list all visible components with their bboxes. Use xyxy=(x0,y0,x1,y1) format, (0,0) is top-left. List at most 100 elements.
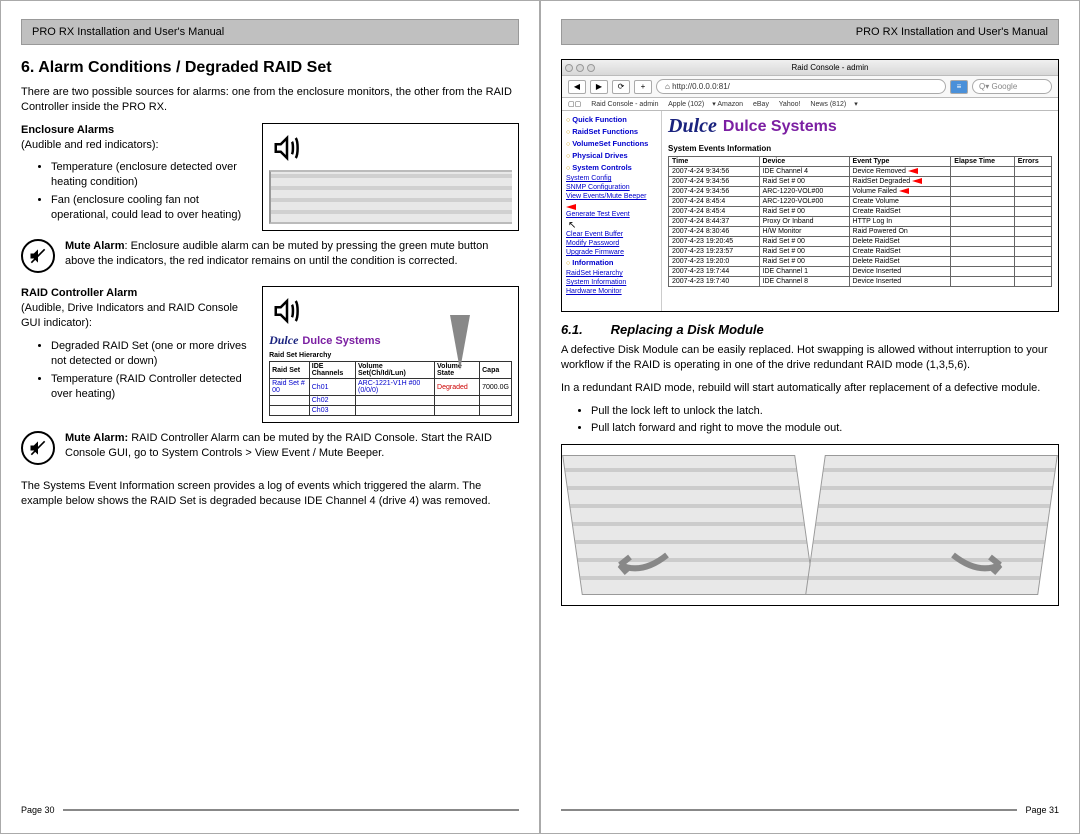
bookmark-item[interactable]: News (812) xyxy=(810,101,846,108)
dulce-logo: Dulce xyxy=(269,333,298,348)
sidebar-item-system-config[interactable]: System Config xyxy=(566,175,657,182)
red-arrow-icon xyxy=(908,168,918,174)
page-footer-right: Page 31 xyxy=(561,805,1059,815)
dulce-logo-text: Dulce Systems xyxy=(723,118,837,136)
page-header-right: PRO RX Installation and User's Manual xyxy=(561,19,1059,45)
table-row: 2007-4-24 8:30:46H/W MonitorRaid Powered… xyxy=(669,227,1052,237)
bookmark-item[interactable]: Yahoo! xyxy=(779,101,801,108)
window-zoom-icon[interactable] xyxy=(587,64,595,72)
browser-toolbar: ◀ ▶ ⟳ + ⌂ http://0.0.0.0:81/ ≡ Q▾ Google xyxy=(562,76,1058,98)
sidebar-item-raidset-hierarchy[interactable]: RaidSet Hierarchy xyxy=(566,270,657,277)
browser-window: Raid Console - admin ◀ ▶ ⟳ + ⌂ http://0.… xyxy=(561,59,1059,312)
page-footer-left: Page 30 xyxy=(21,805,519,815)
events-caption: System Events Information xyxy=(668,144,1052,153)
red-arrow-icon xyxy=(899,188,909,194)
mute-icon xyxy=(21,239,55,273)
forward-button[interactable]: ▶ xyxy=(590,80,608,94)
sidebar-group[interactable]: System Controls xyxy=(566,163,657,172)
page-left: PRO RX Installation and User's Manual 6.… xyxy=(0,0,540,834)
window-title: Raid Console - admin xyxy=(605,63,1055,72)
mute-label: Mute Alarm: xyxy=(65,432,128,444)
table-row: 2007-4-23 19:20:0Raid Set # 00Delete Rai… xyxy=(669,257,1052,267)
table-header-row: Time Device Event Type Elapse Time Error… xyxy=(669,157,1052,167)
table-row: 2007-4-23 19:7:40IDE Channel 8Device Ins… xyxy=(669,277,1052,287)
enclosure-heading: Enclosure Alarms xyxy=(21,124,114,136)
sidebar-group[interactable]: RaidSet Functions xyxy=(566,127,657,136)
add-bookmark-button[interactable]: + xyxy=(634,80,652,94)
speaker-icon xyxy=(269,130,305,166)
section-heading: Alarm Conditions / Degraded RAID Set xyxy=(38,59,331,76)
enclosure-bullets: Temperature (enclosure detected over hea… xyxy=(51,160,250,222)
window-minimize-icon[interactable] xyxy=(576,64,584,72)
event-info-text: The Systems Event Information screen pro… xyxy=(21,479,519,509)
red-arrow-icon xyxy=(566,204,576,210)
window-close-icon[interactable] xyxy=(565,64,573,72)
table-row: 2007-4-24 8:45:4Raid Set # 00Create Raid… xyxy=(669,207,1052,217)
section-number: 6. xyxy=(21,59,34,76)
bookmark-item[interactable]: Amazon xyxy=(717,101,743,108)
raid-heading: RAID Controller Alarm xyxy=(21,287,137,299)
table-row: 2007-4-24 8:44:37Proxy Or InbandHTTP Log… xyxy=(669,217,1052,227)
bookmarks-bar: ▢▢ Raid Console - admin Apple (102)▾ Ama… xyxy=(562,98,1058,111)
enclosure-figure xyxy=(262,123,519,231)
cursor-icon: ↖ xyxy=(568,220,576,231)
back-button[interactable]: ◀ xyxy=(568,80,586,94)
replace-p2: In a redundant RAID mode, rebuild will s… xyxy=(561,381,1059,396)
reload-button[interactable]: ⟳ xyxy=(612,80,630,94)
sidebar-item-clear-buffer[interactable]: Clear Event Buffer xyxy=(566,231,657,238)
console-sidebar: Quick Function RaidSet Functions VolumeS… xyxy=(562,111,662,311)
page-number: Page 31 xyxy=(1025,805,1059,815)
chassis-illustration xyxy=(805,455,1058,595)
subsection-title: 6.1. Replacing a Disk Module xyxy=(561,322,1059,337)
raid-bullet: Temperature (RAID Controller detected ov… xyxy=(51,372,250,402)
section-title: 6. Alarm Conditions / Degraded RAID Set xyxy=(21,59,519,77)
table-row: 2007-4-24 9:34:56Raid Set # 00RaidSet De… xyxy=(669,177,1052,187)
subsection-number: 6.1. xyxy=(561,322,607,337)
mute-raid-text: Mute Alarm: RAID Controller Alarm can be… xyxy=(65,431,519,461)
replace-bullet: Pull the lock left to unlock the latch. xyxy=(591,404,1059,419)
raid-sub: (Audible, Drive Indicators and RAID Cons… xyxy=(21,302,238,329)
table-row: 2007-4-23 19:20:45Raid Set # 00Delete Ra… xyxy=(669,237,1052,247)
chassis-illustration xyxy=(562,455,815,595)
events-table: Time Device Event Type Elapse Time Error… xyxy=(668,156,1052,287)
sidebar-item-modify-password[interactable]: Modify Password xyxy=(566,240,657,247)
replace-bullet: Pull latch forward and right to move the… xyxy=(591,421,1059,436)
bookmark-item[interactable]: eBay xyxy=(753,101,769,108)
replace-p1: A defective Disk Module can be easily re… xyxy=(561,343,1059,373)
subsection-heading: Replacing a Disk Module xyxy=(611,322,764,337)
mute-label: Mute Alarm xyxy=(65,240,125,252)
window-titlebar: Raid Console - admin xyxy=(562,60,1058,76)
bookmark-item[interactable]: Raid Console - admin xyxy=(591,101,658,108)
sidebar-group[interactable]: VolumeSet Functions xyxy=(566,139,657,148)
sidebar-item-system-info[interactable]: System Information xyxy=(566,279,657,286)
sidebar-item-hardware-monitor[interactable]: Hardware Monitor xyxy=(566,288,657,295)
table-row: 2007-4-24 9:34:56IDE Channel 4Device Rem… xyxy=(669,167,1052,177)
sidebar-item-view-events[interactable]: View Events/Mute Beeper xyxy=(566,193,657,200)
sidebar-group[interactable]: Information xyxy=(566,258,657,267)
console-main: Dulce Dulce Systems System Events Inform… xyxy=(662,111,1058,311)
url-field[interactable]: ⌂ http://0.0.0.0:81/ xyxy=(656,79,946,94)
page-header-left: PRO RX Installation and User's Manual xyxy=(21,19,519,45)
down-arrow-icon xyxy=(450,315,470,370)
table-row: 2007-4-23 19:23:57Raid Set # 00Create Ra… xyxy=(669,247,1052,257)
pull-arrow-icon xyxy=(948,545,1008,585)
sidebar-group[interactable]: Quick Function xyxy=(566,115,657,124)
sidebar-item-generate-test[interactable]: Generate Test Event xyxy=(566,211,657,218)
red-arrow-icon xyxy=(912,178,922,184)
page-number: Page 30 xyxy=(21,805,55,815)
bookmark-item[interactable]: Apple (102) xyxy=(668,101,704,108)
unlock-arrow-icon xyxy=(612,545,672,585)
search-field[interactable]: Q▾ Google xyxy=(972,79,1052,94)
enclosure-sub: (Audible and red indicators): xyxy=(21,139,159,151)
chassis-illustration xyxy=(269,170,512,224)
rc-caption: Raid Set Hierarchy xyxy=(269,352,512,359)
rss-icon[interactable]: ≡ xyxy=(950,80,968,94)
sidebar-group[interactable]: Physical Drives xyxy=(566,151,657,160)
raidset-table: Raid Set IDE Channels Volume Set(Ch/Id/L… xyxy=(269,361,512,416)
sidebar-item-upgrade-firmware[interactable]: Upgrade Firmware xyxy=(566,249,657,256)
intro-text: There are two possible sources for alarm… xyxy=(21,85,519,115)
sidebar-item-snmp[interactable]: SNMP Configuration xyxy=(566,184,657,191)
chassis-figure xyxy=(561,444,1059,606)
replace-bullets: Pull the lock left to unlock the latch. … xyxy=(591,404,1059,437)
table-row: 2007-4-24 9:34:56ARC-1220-VOL#00Volume F… xyxy=(669,187,1052,197)
